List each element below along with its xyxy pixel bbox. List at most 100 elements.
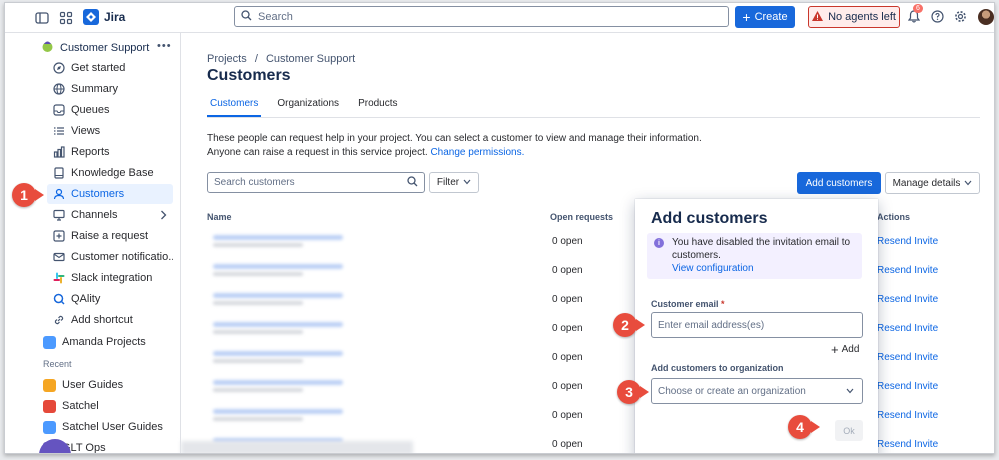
resend-invite-link[interactable]: Resend Invite — [877, 381, 938, 392]
recent-item-satchel-user-guides[interactable]: Satchel User Guides — [37, 417, 163, 437]
recent-item-user-guides[interactable]: User Guides — [37, 375, 163, 395]
redacted-customer-email — [213, 417, 303, 421]
search-placeholder: Search — [258, 10, 293, 23]
globe-icon — [53, 83, 65, 95]
mail-icon — [53, 251, 65, 263]
agents-label: No agents left — [828, 11, 896, 23]
jira-logo[interactable]: Jira — [83, 9, 125, 25]
sidebar-item-slack-integration[interactable]: Slack integration — [47, 268, 173, 288]
manage-details-label: Manage details — [892, 177, 961, 189]
sidebar-item-get-started[interactable]: Get started — [47, 58, 173, 78]
sidebar-item-label: Get started — [71, 62, 126, 74]
resend-invite-link[interactable]: Resend Invite — [877, 294, 938, 305]
resend-invite-link[interactable]: Resend Invite — [877, 352, 938, 363]
breadcrumb: Projects / Customer Support — [207, 53, 355, 65]
sidebar-item-views[interactable]: Views — [47, 121, 173, 141]
add-email-button[interactable]: + Add — [831, 342, 859, 357]
resend-invite-link[interactable]: Resend Invite — [877, 323, 938, 334]
breadcrumb-project[interactable]: Customer Support — [266, 53, 355, 65]
project-avatar-icon — [43, 420, 56, 434]
sidebar-item-label: Slack integration — [71, 272, 153, 284]
queue-icon — [53, 104, 65, 116]
list-icon — [53, 125, 65, 137]
sidebar-item-label: Knowledge Base — [71, 167, 154, 179]
ok-button[interactable]: Ok — [835, 420, 863, 441]
app-name: Jira — [104, 10, 126, 24]
info-message: i You have disabled the invitation email… — [647, 233, 862, 279]
sidebar-item-knowledge-base[interactable]: Knowledge Base — [47, 163, 173, 183]
sidebar-item-channels[interactable]: Channels — [47, 205, 173, 225]
settings-gear-icon[interactable] — [954, 10, 967, 26]
redacted-customer-name — [213, 409, 343, 414]
project-avatar-icon — [43, 335, 56, 349]
manage-details-button[interactable]: Manage details — [885, 172, 980, 194]
sidebar-item-qality[interactable]: QAlity — [47, 289, 173, 309]
tab-customers[interactable]: Customers — [207, 96, 262, 117]
create-label: Create — [754, 11, 788, 23]
top-navigation: Jira Search + Create No agents left 6 — [5, 3, 994, 33]
sidebar-item-queues[interactable]: Queues — [47, 100, 173, 120]
sidebar-item-summary[interactable]: Summary — [47, 79, 173, 99]
sidebar-item-label: Summary — [71, 83, 119, 95]
sidebar-item-label: Add shortcut — [71, 314, 133, 326]
column-header-open-requests[interactable]: Open requests — [550, 212, 613, 222]
create-button[interactable]: + Create — [735, 6, 795, 28]
help-icon[interactable] — [931, 10, 944, 26]
email-label-text: Customer email — [651, 299, 719, 309]
resend-invite-link[interactable]: Resend Invite — [877, 265, 938, 276]
tab-products[interactable]: Products — [355, 96, 400, 116]
sidebar-toggle-icon[interactable] — [35, 11, 49, 25]
sidebar-item-label: Views — [71, 125, 101, 137]
organization-select[interactable]: Choose or create an organization — [651, 378, 863, 404]
callout-pointer — [640, 386, 649, 398]
customer-search-input[interactable]: Search customers — [207, 172, 425, 193]
chevron-down-icon — [964, 178, 972, 189]
person-icon — [53, 188, 65, 200]
sidebar-item-label: Reports — [71, 146, 110, 158]
app-switcher-icon[interactable] — [59, 11, 73, 25]
user-avatar[interactable] — [978, 9, 994, 25]
recent-item-satchel[interactable]: Satchel — [37, 396, 163, 416]
breadcrumb-projects[interactable]: Projects — [207, 53, 247, 65]
callout-1: 1 — [12, 183, 36, 207]
sidebar-item-amanda-projects[interactable]: Amanda Projects — [37, 332, 163, 352]
search-icon — [241, 9, 252, 24]
redacted-customer-name — [213, 264, 343, 269]
sidebar-item-label: QAlity — [71, 293, 101, 305]
chevron-down-icon — [463, 177, 471, 188]
sidebar-item-customers[interactable]: Customers — [47, 184, 173, 204]
email-field-label: Customer email * — [651, 299, 725, 309]
chart-icon — [53, 146, 65, 158]
description-line-2: Anyone can raise a request in this servi… — [207, 147, 428, 158]
change-permissions-link[interactable]: Change permissions. — [430, 147, 524, 158]
notification-count-badge: 6 — [913, 4, 923, 13]
open-requests-cell: 0 open — [552, 381, 583, 392]
resend-invite-link[interactable]: Resend Invite — [877, 439, 938, 450]
resend-invite-link[interactable]: Resend Invite — [877, 410, 938, 421]
chevron-right-icon[interactable] — [160, 210, 167, 223]
callout-pointer — [636, 319, 645, 331]
redacted-customer-email — [213, 330, 303, 334]
sidebar-item-add-shortcut[interactable]: Add shortcut — [47, 310, 173, 330]
plus-icon: + — [742, 9, 751, 25]
tab-organizations[interactable]: Organizations — [274, 96, 342, 116]
redacted-customer-email — [213, 359, 303, 363]
column-header-name[interactable]: Name — [207, 212, 232, 222]
more-options-icon[interactable]: ••• — [157, 40, 172, 52]
sidebar-item-raise-request[interactable]: Raise a request — [47, 226, 173, 246]
rocket-icon — [53, 62, 65, 74]
sidebar-item-customer-notifications[interactable]: Customer notificatio... — [47, 247, 173, 267]
project-sidebar: Customer Support ••• Get started Summary… — [33, 33, 181, 453]
resend-invite-link[interactable]: Resend Invite — [877, 236, 938, 247]
warning-icon — [812, 10, 824, 24]
add-customers-button[interactable]: Add customers — [797, 172, 881, 194]
global-search-input[interactable]: Search — [234, 6, 729, 27]
sidebar-project-header[interactable]: Customer Support — [41, 38, 176, 58]
customer-email-input[interactable]: Enter email address(es) — [651, 312, 863, 338]
view-configuration-link[interactable]: View configuration — [672, 263, 754, 274]
redacted-customer-name — [213, 293, 343, 298]
no-agents-button[interactable]: No agents left — [808, 6, 900, 28]
filter-button[interactable]: Filter — [429, 172, 479, 193]
jira-logo-icon — [83, 9, 99, 25]
sidebar-item-reports[interactable]: Reports — [47, 142, 173, 162]
